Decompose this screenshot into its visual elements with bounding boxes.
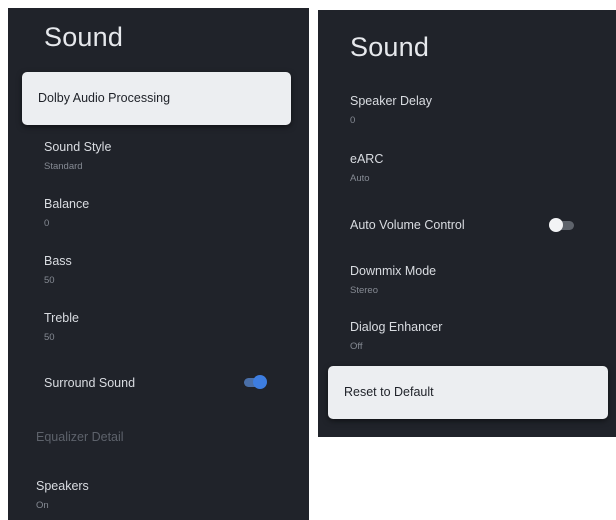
sound-settings-panel-right: Sound Speaker Delay 0 eARC Auto Auto Vol… bbox=[318, 10, 616, 437]
menu-item-value: 50 bbox=[44, 332, 55, 343]
menu-item-value: Off bbox=[350, 341, 363, 352]
menu-item-balance[interactable]: Balance 0 bbox=[8, 193, 309, 233]
menu-item-label: Reset to Default bbox=[344, 385, 434, 399]
menu-item-surround-sound[interactable]: Surround Sound bbox=[8, 370, 309, 396]
menu-item-auto-volume-control[interactable]: Auto Volume Control bbox=[318, 213, 616, 239]
menu-item-reset-to-default[interactable]: Reset to Default bbox=[328, 366, 608, 419]
menu-item-label: Equalizer Detail bbox=[36, 430, 124, 444]
page-title: Sound bbox=[44, 22, 124, 52]
auto-volume-control-toggle[interactable] bbox=[549, 218, 575, 232]
menu-item-label: Treble bbox=[44, 311, 79, 325]
menu-item-label: Surround Sound bbox=[44, 376, 136, 390]
menu-item-label: Speaker Delay bbox=[350, 94, 432, 108]
menu-item-value: 0 bbox=[44, 218, 50, 229]
menu-item-dolby-audio-processing[interactable]: Dolby Audio Processing bbox=[22, 72, 291, 125]
menu-item-value: Auto bbox=[350, 173, 370, 184]
menu-item-label: Speakers bbox=[36, 479, 89, 493]
menu-item-value: Stereo bbox=[350, 285, 378, 296]
menu-item-label: Dialog Enhancer bbox=[350, 320, 443, 334]
menu-item-bass[interactable]: Bass 50 bbox=[8, 250, 309, 290]
menu-item-earc[interactable]: eARC Auto bbox=[318, 148, 616, 188]
menu-item-downmix-mode[interactable]: Downmix Mode Stereo bbox=[318, 260, 616, 300]
menu-item-sound-style[interactable]: Sound Style Standard bbox=[8, 136, 309, 176]
menu-item-label: Sound Style bbox=[44, 140, 112, 154]
toggle-knob bbox=[549, 218, 563, 232]
surround-sound-toggle[interactable] bbox=[241, 375, 267, 389]
menu-item-label: Balance bbox=[44, 197, 90, 211]
menu-item-speakers[interactable]: Speakers On bbox=[8, 475, 309, 515]
menu-item-value: 50 bbox=[44, 275, 55, 286]
menu-item-dialog-enhancer[interactable]: Dialog Enhancer Off bbox=[318, 316, 616, 356]
menu-item-equalizer-detail: Equalizer Detail bbox=[8, 426, 309, 450]
sound-settings-panel-left: Sound Dolby Audio Processing Sound Style… bbox=[8, 8, 309, 520]
menu-item-label: Bass bbox=[44, 254, 72, 268]
menu-item-value: On bbox=[36, 500, 49, 511]
menu-item-value: 0 bbox=[350, 115, 356, 126]
page-title: Sound bbox=[350, 32, 430, 62]
menu-item-label: Downmix Mode bbox=[350, 264, 437, 278]
toggle-knob bbox=[253, 375, 267, 389]
menu-item-label: Auto Volume Control bbox=[350, 218, 465, 232]
menu-item-treble[interactable]: Treble 50 bbox=[8, 307, 309, 347]
menu-item-label: eARC bbox=[350, 152, 384, 166]
menu-item-value: Standard bbox=[44, 161, 83, 172]
menu-item-label: Dolby Audio Processing bbox=[38, 91, 171, 105]
menu-item-speaker-delay[interactable]: Speaker Delay 0 bbox=[318, 90, 616, 130]
